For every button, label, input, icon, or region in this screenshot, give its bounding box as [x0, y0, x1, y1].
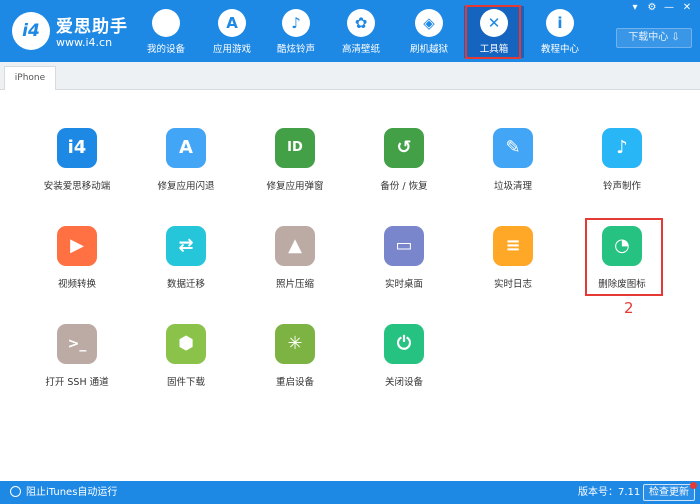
nav-label: 应用游戏 [212, 44, 251, 55]
brand-url: www.i4.cn [56, 36, 113, 49]
tool-label: 铃声制作 [602, 181, 641, 192]
tool-label: 安装爱思移动端 [43, 181, 111, 192]
app-store-icon: A [218, 9, 246, 37]
menu-dropdown-icon[interactable]: ▾ [628, 2, 642, 14]
cube-icon: ⬢ [166, 324, 206, 364]
tool-photo-compress[interactable]: ▲ 照片压缩 [250, 226, 340, 306]
update-label: 检查更新 [649, 487, 689, 498]
block-itunes-toggle[interactable]: 阻止iTunes自动运行 [10, 486, 117, 500]
bell-plus-icon: ♪ [602, 128, 642, 168]
tool-firmware-download[interactable]: ⬢ 固件下载 [141, 324, 231, 404]
backup-restore-icon: ↺ [384, 128, 424, 168]
tool-label: 关闭设备 [384, 377, 423, 388]
data-migrate-icon: ⇄ [166, 226, 206, 266]
radio-circle-icon [10, 486, 21, 497]
i4-app-icon: i4 [57, 128, 97, 168]
bell-icon: ♪ [282, 9, 310, 37]
itunes-label: 阻止iTunes自动运行 [26, 487, 118, 498]
dropbox-icon: ◈ [415, 9, 443, 37]
tool-backup-restore[interactable]: ↺ 备份 / 恢复 [359, 128, 449, 208]
broom-icon: ✎ [493, 128, 533, 168]
tool-restart-device[interactable]: ✳ 重启设备 [250, 324, 340, 404]
download-center-button[interactable]: 下载中心 ⇩ [616, 28, 692, 48]
nav-apps-games[interactable]: A 应用游戏 [202, 6, 262, 58]
tool-shutdown-device[interactable]: ⏻ 关闭设备 [359, 324, 449, 404]
nav-label: 高清壁纸 [341, 44, 380, 55]
version-label: 版本号：7.11 [578, 487, 641, 498]
minimize-icon[interactable]: — [662, 2, 676, 14]
tools-icon: ✕ [480, 9, 508, 37]
nav-ringtones[interactable]: ♪ 酷炫铃声 [266, 6, 326, 58]
tool-label: 重启设备 [275, 377, 314, 388]
nav-label: 我的设备 [146, 44, 185, 55]
nav-label: 酷炫铃声 [276, 44, 315, 55]
tool-label: 修复应用弹窗 [266, 181, 324, 192]
nav-tutorials[interactable]: i 教程中心 [530, 6, 590, 58]
i4-logo: i4 [12, 12, 50, 50]
app-header: i4 爱思助手 www.i4.cn 我的设备 A 应用游戏 ♪ 酷炫铃声 ✿ 高… [0, 0, 700, 62]
nav-flash-jailbreak[interactable]: ◈ 刷机越狱 [399, 6, 459, 58]
tool-repair-app-popup[interactable]: ID 修复应用弹窗 [250, 128, 340, 208]
video-play-icon: ▶ [57, 226, 97, 266]
tool-label: 修复应用闪退 [157, 181, 215, 192]
monitor-icon: ▭ [384, 226, 424, 266]
notification-dot-icon [690, 482, 697, 489]
settings-gear-icon[interactable]: ⚙ [645, 2, 659, 14]
tool-ringtone-maker[interactable]: ♪ 铃声制作 [577, 128, 667, 208]
restart-icon: ✳ [275, 324, 315, 364]
tool-delete-stale-icons[interactable]: ◔ 删除废图标 [577, 226, 667, 306]
flower-icon: ✿ [347, 9, 375, 37]
tool-label: 备份 / 恢复 [380, 181, 428, 192]
photo-icon: ▲ [275, 226, 315, 266]
status-bar: 阻止iTunes自动运行 版本号：7.11 检查更新 [0, 481, 700, 504]
app-repair-icon: A [166, 128, 206, 168]
terminal-icon: >_ [57, 324, 97, 364]
tool-install-i4-mobile[interactable]: i4 安装爱思移动端 [32, 128, 122, 208]
nav-toolbox[interactable]: ✕ 工具箱 [464, 6, 524, 58]
tool-label: 照片压缩 [275, 279, 314, 290]
tool-repair-app-crash[interactable]: A 修复应用闪退 [141, 128, 231, 208]
close-icon[interactable]: ✕ [680, 2, 694, 14]
tool-label: 数据迁移 [166, 279, 205, 290]
tool-video-convert[interactable]: ▶ 视频转换 [32, 226, 122, 306]
apple-icon [152, 9, 180, 37]
nav-label: 工具箱 [479, 44, 509, 55]
tool-open-ssh[interactable]: >_ 打开 SSH 通道 [32, 324, 122, 404]
tool-label: 视频转换 [57, 279, 96, 290]
annotation-number-2: 2 [624, 299, 634, 317]
tool-live-log[interactable]: ≡ 实时日志 [468, 226, 558, 306]
tool-live-desktop[interactable]: ▭ 实时桌面 [359, 226, 449, 306]
tool-label: 实时日志 [493, 279, 532, 290]
apple-id-icon: ID [275, 128, 315, 168]
info-icon: i [546, 9, 574, 37]
device-tab-strip: iPhone [0, 62, 700, 90]
tool-label: 固件下载 [166, 377, 205, 388]
tool-junk-clean[interactable]: ✎ 垃圾清理 [468, 128, 558, 208]
nav-wallpapers[interactable]: ✿ 高清壁纸 [331, 6, 391, 58]
nav-label: 教程中心 [540, 44, 579, 55]
tool-data-migration[interactable]: ⇄ 数据迁移 [141, 226, 231, 306]
tool-label: 打开 SSH 通道 [45, 377, 109, 388]
tab-iphone[interactable]: iPhone [4, 66, 56, 90]
nav-my-device[interactable]: 我的设备 [136, 6, 196, 58]
power-icon: ⏻ [384, 324, 424, 364]
check-update-button[interactable]: 检查更新 [643, 482, 697, 501]
document-icon: ≡ [493, 226, 533, 266]
pie-clock-icon: ◔ [602, 226, 642, 266]
nav-label: 刷机越狱 [409, 44, 448, 55]
brand-title: 爱思助手 [56, 17, 128, 37]
tool-label: 实时桌面 [384, 279, 423, 290]
tool-label: 删除废图标 [598, 279, 646, 290]
tool-label: 垃圾清理 [493, 181, 532, 192]
